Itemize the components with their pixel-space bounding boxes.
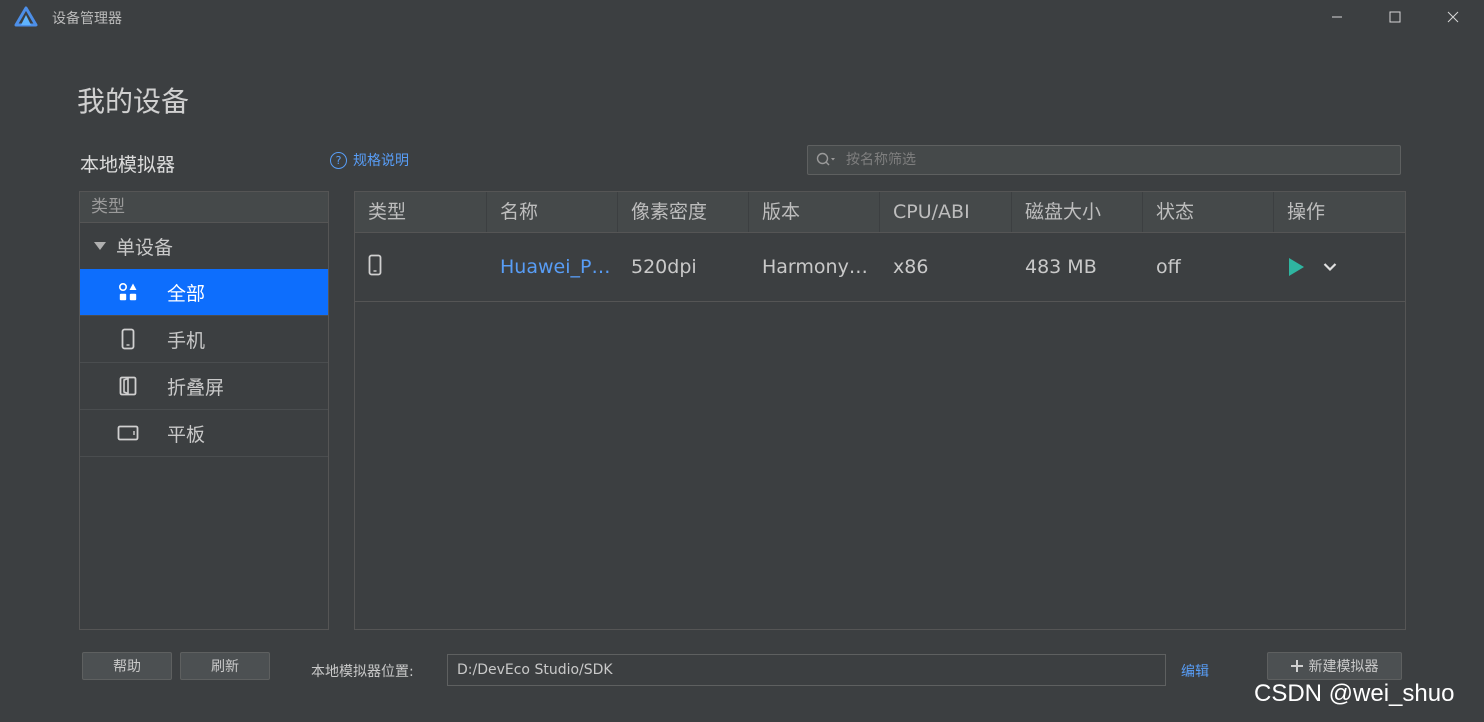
play-icon[interactable] <box>1287 257 1305 277</box>
column-header[interactable]: 类型 <box>355 192 487 232</box>
title-bar <box>0 0 1484 34</box>
minimize-icon <box>1332 16 1342 18</box>
category-group-label: 单设备 <box>116 236 174 259</box>
device-disk: 483 MB <box>1025 256 1097 278</box>
category-panel: 类型 单设备 全部 手机 折叠屏 平板 <box>79 191 329 630</box>
column-header[interactable]: 操作 <box>1274 192 1405 232</box>
category-item-tablet[interactable]: 平板 <box>80 410 328 457</box>
close-button[interactable] <box>1424 0 1482 34</box>
category-item-foldable[interactable]: 折叠屏 <box>80 363 328 410</box>
plus-icon <box>1290 660 1303 672</box>
page-title: 我的设备 <box>77 85 190 118</box>
spec-link-label: 规格说明 <box>353 153 409 169</box>
category-group-single-device[interactable]: 单设备 <box>80 223 328 269</box>
column-header[interactable]: CPU/ABI <box>880 192 1012 232</box>
location-label: 本地模拟器位置: <box>311 664 414 680</box>
maximize-icon <box>1389 11 1401 23</box>
new-emulator-button[interactable]: 新建模拟器 <box>1267 652 1402 680</box>
grid-icon <box>113 282 143 302</box>
phone-icon <box>113 328 143 350</box>
category-item-label: 平板 <box>167 423 206 446</box>
tablet-icon <box>113 425 143 441</box>
new-emulator-label: 新建模拟器 <box>1308 659 1379 675</box>
device-actions <box>1274 257 1405 277</box>
close-icon <box>1447 11 1459 23</box>
section-title: 本地模拟器 <box>80 154 176 176</box>
maximize-button[interactable] <box>1366 0 1424 34</box>
search-input[interactable] <box>844 151 1368 169</box>
window-title: 设备管理器 <box>52 11 122 27</box>
minimize-button[interactable] <box>1308 0 1366 34</box>
category-item-label: 手机 <box>167 329 206 352</box>
device-type-cell <box>355 254 487 281</box>
app-logo-icon <box>14 6 38 28</box>
location-field[interactable]: D:/DevEco Studio/SDK <box>447 654 1166 686</box>
device-density: 520dpi <box>631 256 697 278</box>
column-header[interactable]: 磁盘大小 <box>1012 192 1143 232</box>
column-header[interactable]: 状态 <box>1143 192 1274 232</box>
watermark: CSDN @wei_shuo <box>1254 680 1455 707</box>
edit-link[interactable]: 编辑 <box>1181 661 1209 681</box>
search-icon <box>816 152 835 166</box>
table-row[interactable]: Huawei_P… 520dpi Harmony… x86 483 MB off <box>355 233 1405 302</box>
device-version: Harmony… <box>762 256 868 278</box>
device-cpu: x86 <box>893 256 929 278</box>
device-name-link[interactable]: Huawei_P… <box>487 256 618 278</box>
category-header: 类型 <box>80 192 328 223</box>
caret-down-icon <box>94 242 106 250</box>
column-header[interactable]: 像素密度 <box>618 192 749 232</box>
category-item-all[interactable]: 全部 <box>80 269 328 316</box>
chevron-down-icon[interactable] <box>1323 262 1337 272</box>
search-box[interactable] <box>807 145 1401 175</box>
help-button[interactable]: 帮助 <box>82 652 172 680</box>
device-table: 类型 名称 像素密度 版本 CPU/ABI 磁盘大小 状态 操作 Huawei_… <box>354 191 1406 630</box>
table-header: 类型 名称 像素密度 版本 CPU/ABI 磁盘大小 状态 操作 <box>355 192 1405 233</box>
refresh-button[interactable]: 刷新 <box>180 652 270 680</box>
device-status: off <box>1156 256 1181 278</box>
phone-icon <box>368 254 382 275</box>
category-item-phone[interactable]: 手机 <box>80 316 328 363</box>
foldable-icon <box>113 376 143 396</box>
column-header[interactable]: 版本 <box>749 192 880 232</box>
column-header[interactable]: 名称 <box>487 192 618 232</box>
category-item-label: 全部 <box>167 282 206 305</box>
help-circle-icon: ? <box>330 151 347 169</box>
spec-link[interactable]: ? 规格说明 <box>330 150 409 170</box>
category-item-label: 折叠屏 <box>167 376 225 399</box>
